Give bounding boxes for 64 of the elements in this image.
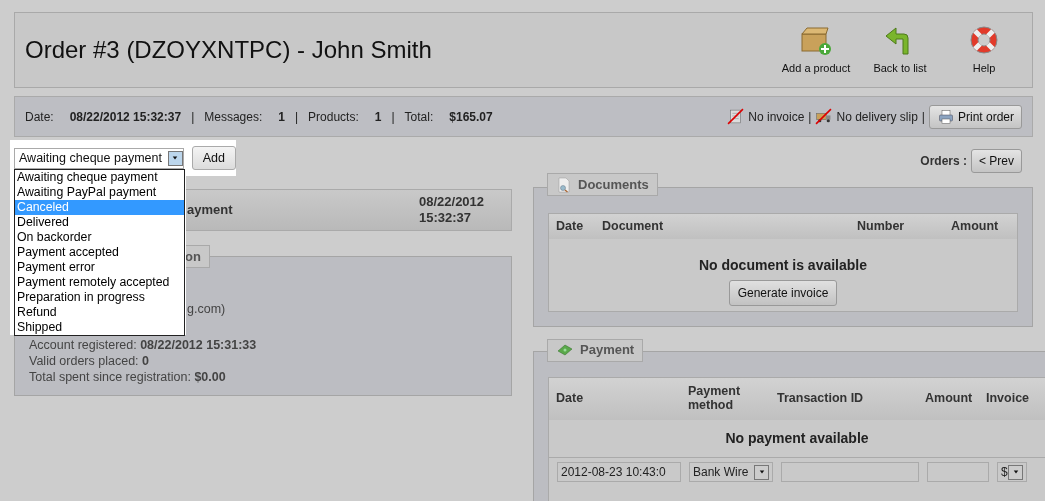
column-header: Date [556,392,585,406]
column-header: Amount [925,392,974,406]
dropdown-option[interactable]: Delivered [15,215,184,230]
separator: | [191,108,195,126]
column-header: Amount [951,217,1000,235]
customer-detail: Account registered: 08/22/2012 15:31:33 [29,337,258,353]
section-title: Documents [578,175,649,194]
payment-method-select[interactable]: Bank Wire [689,462,773,482]
info-label: Total: [404,108,434,126]
flag-text: No invoice [748,108,805,126]
document-magnifier-icon [556,175,572,194]
crossed-document-icon [727,108,745,125]
column-header: Transaction ID [777,392,865,406]
column-header: Number [857,217,906,235]
banknote-icon [556,342,574,358]
info-label: Date: [25,108,54,126]
flag-text: No delivery slip [836,108,918,126]
transaction-id-field[interactable] [781,462,919,482]
status-text: ayment [187,201,234,220]
separator: | [294,108,299,126]
section-title: Payment [580,341,635,360]
status-select[interactable]: Awaiting cheque payment [14,147,184,169]
print-order-button[interactable]: Print order [928,104,1022,129]
info-value: 08/22/2012 15:32:37 [69,108,182,126]
status-date: 08/22/2012 15:32:37 [419,194,486,226]
info-label: Products: [308,108,359,126]
info-value: $165.07 [449,108,493,126]
add-button[interactable]: Add [191,145,236,171]
column-header: Document [602,217,665,235]
dropdown-option[interactable]: Awaiting PayPal payment [15,185,184,200]
lifebuoy-icon [967,23,1001,56]
info-value: 1 [278,108,285,126]
column-header: Date [556,217,585,235]
customer-detail: Total spent since registration: $0.00 [29,369,227,385]
dropdown-option[interactable]: Payment remotely accepted [15,275,184,290]
customer-detail: Valid orders placed: 0 [29,353,150,369]
printer-icon [936,108,955,125]
generate-invoice-button[interactable]: Generate invoice [728,279,838,306]
date-field[interactable]: 2012-08-23 10:43:0 [557,462,681,482]
dropdown-option[interactable]: Awaiting cheque payment [15,170,184,185]
toolbar-button[interactable]: Back to list [862,23,938,77]
amount-field[interactable] [927,462,989,482]
help-button[interactable]: Help [946,23,1022,77]
toolbar-button[interactable]: Add a product [778,23,854,77]
prev-button[interactable]: < Prev [971,149,1022,173]
separator: | [921,108,925,126]
dropdown-option[interactable]: Preparation in progress [15,290,184,305]
currency-select[interactable]: $ [997,462,1027,482]
empty-message: No payment available [549,420,1045,458]
orders-nav-label: Orders : [920,153,967,170]
info-label: Messages: [204,108,263,126]
customer-email: g.com) [187,301,226,317]
separator: | [391,108,395,126]
empty-message: No document is available [698,255,868,275]
separator: | [808,108,812,126]
info-value: 1 [374,108,382,126]
dropdown-option[interactable]: Refund [15,305,184,320]
column-header: Payment method [688,385,742,413]
crossed-truck-icon [815,108,833,125]
column-header: Invoice [986,392,1031,406]
page-title: Order #3 (DZOYXNTPC) - John Smith [25,35,432,65]
dropdown-option[interactable]: Shipped [15,320,184,335]
dropdown-option[interactable]: On backorder [15,230,184,245]
caret-icon [171,155,180,161]
